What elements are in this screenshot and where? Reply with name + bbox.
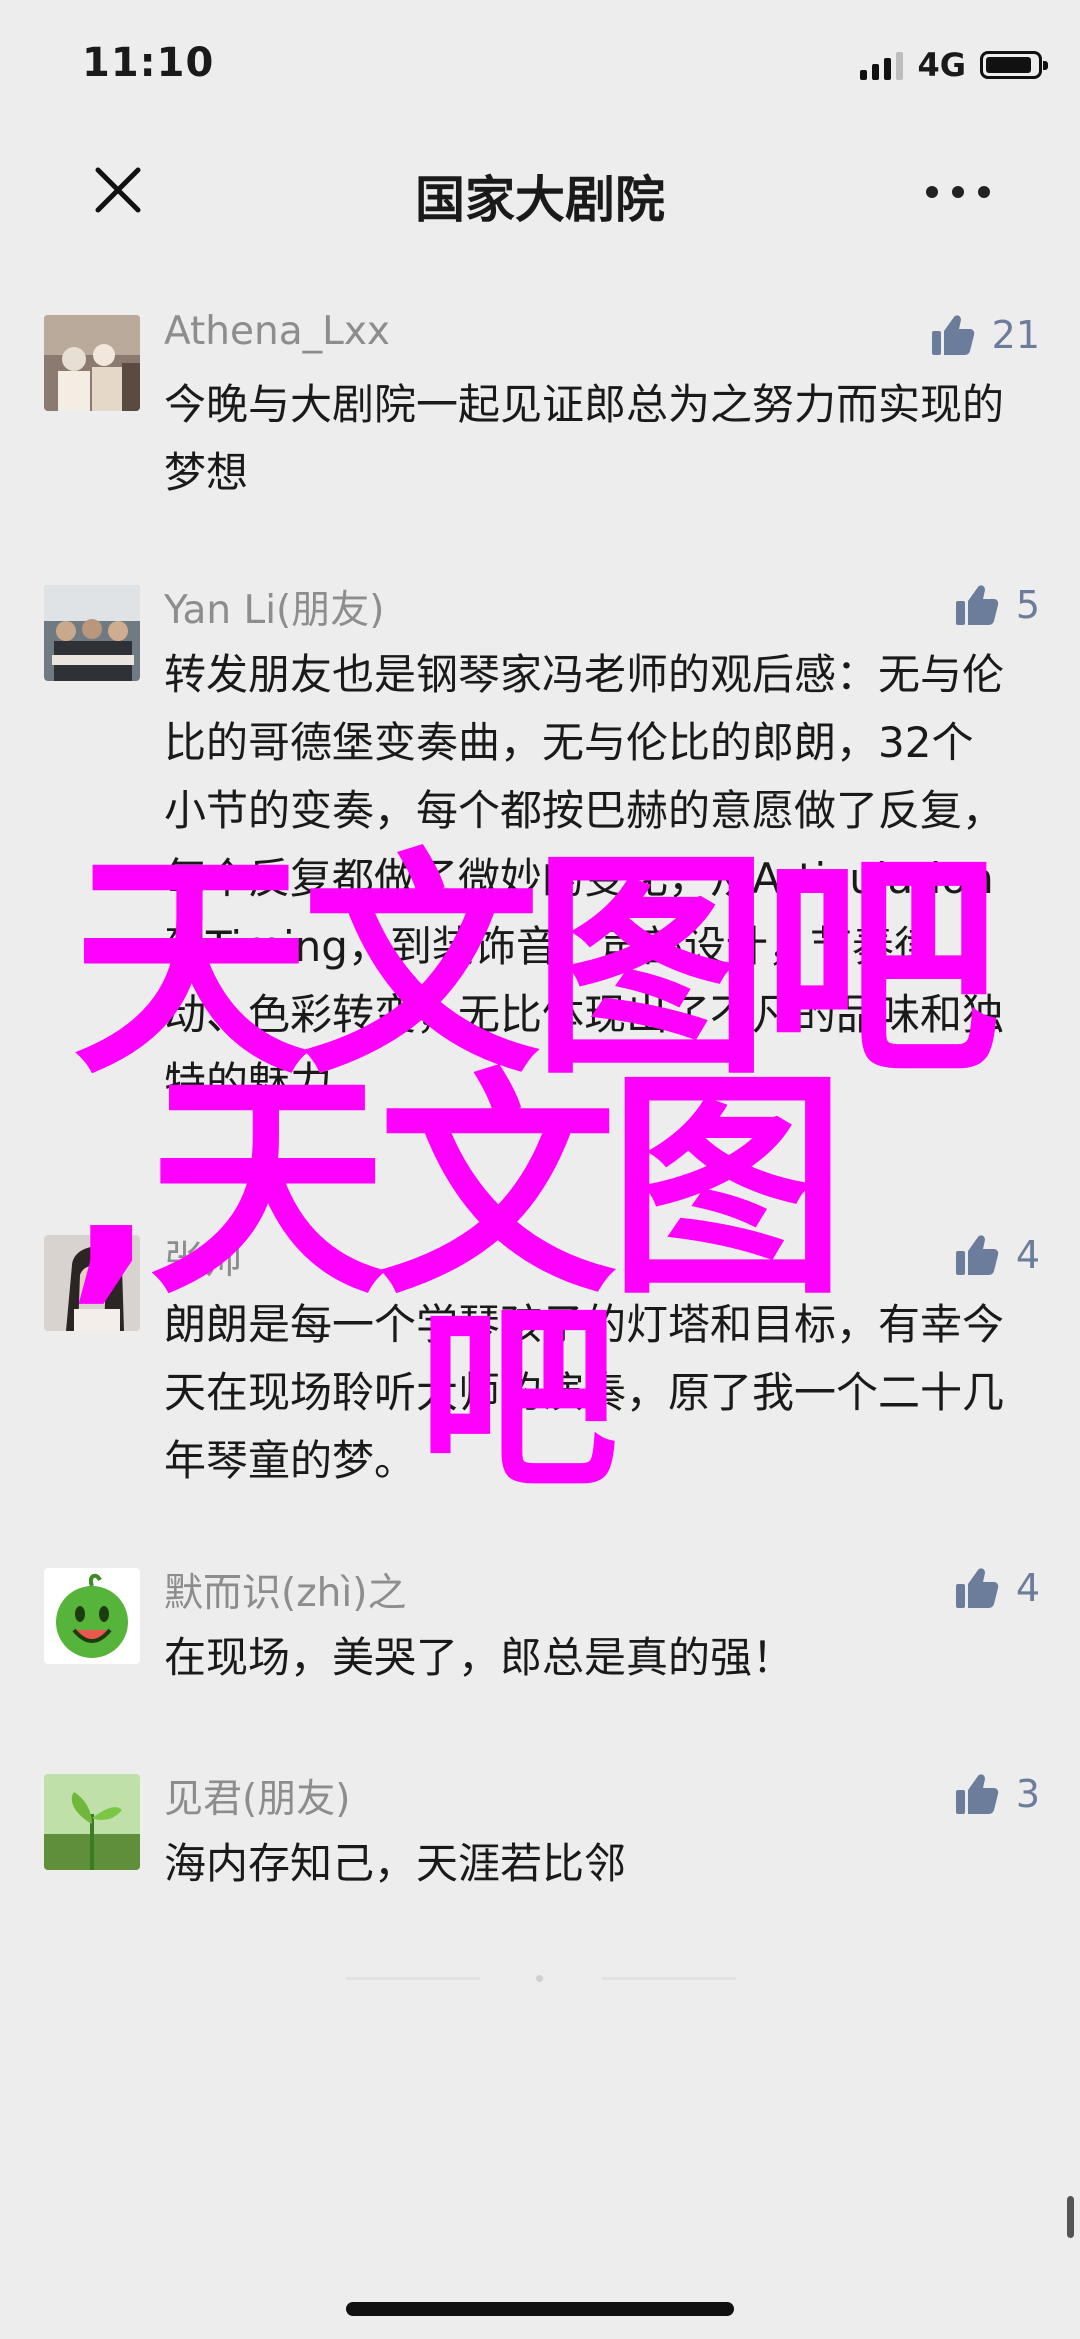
thumbs-up-icon [931, 315, 974, 355]
comment-author[interactable]: Athena_Lxx [164, 309, 390, 354]
avatar[interactable] [44, 1568, 140, 1664]
like-button[interactable]: 4 [952, 1231, 1040, 1279]
avatar[interactable] [44, 1774, 140, 1870]
like-count: 21 [991, 313, 1040, 357]
comment-author[interactable]: Yan Li(朋友) [164, 579, 384, 635]
status-time: 11:10 [82, 40, 215, 86]
comment-text: 海内存知己，天涯若比邻 [164, 1839, 627, 1888]
watermark-text: 吧 [418, 1283, 619, 1516]
avatar[interactable] [44, 315, 140, 411]
end-divider-dot [536, 1975, 543, 1982]
like-count: 4 [1015, 1566, 1040, 1610]
like-button[interactable]: 21 [928, 311, 1040, 359]
like-count: 4 [1015, 1233, 1040, 1277]
nav-bar: 国家大剧院 [0, 130, 1080, 252]
more-icon[interactable] [926, 186, 990, 198]
end-divider-right [602, 1977, 736, 1980]
battery-icon [980, 51, 1048, 79]
scrollbar[interactable] [1067, 2196, 1074, 2238]
comment-author[interactable]: 见君(朋友) [164, 1768, 350, 1824]
like-count: 3 [1015, 1772, 1040, 1816]
comment-text: 今晚与大剧院一起见证郎总为之努力而实现的梦想 [164, 380, 1005, 497]
like-button[interactable]: 3 [952, 1770, 1040, 1818]
comment-text: 在现场，美哭了，郎总是真的强！ [164, 1633, 795, 1682]
page-title: 国家大剧院 [415, 171, 665, 229]
status-indicators: 4G [860, 46, 1048, 84]
end-divider-left [346, 1977, 480, 1980]
network-type: 4G [917, 46, 966, 84]
like-button[interactable]: 5 [952, 581, 1040, 629]
thumbs-up-icon [955, 1568, 999, 1608]
like-button[interactable]: 4 [952, 1564, 1040, 1612]
watermark-text: ,天文图 [66, 1050, 846, 1327]
home-indicator[interactable] [346, 2302, 734, 2316]
thumbs-up-icon [955, 1774, 999, 1814]
avatar[interactable] [44, 585, 140, 681]
thumbs-up-icon [955, 1235, 999, 1275]
comment-author[interactable]: 默而识(zhì)之 [164, 1562, 406, 1618]
thumbs-up-icon [955, 585, 999, 625]
like-count: 5 [1015, 583, 1040, 627]
status-bar: 11:10 4G [0, 0, 1080, 130]
signal-icon [860, 50, 904, 80]
